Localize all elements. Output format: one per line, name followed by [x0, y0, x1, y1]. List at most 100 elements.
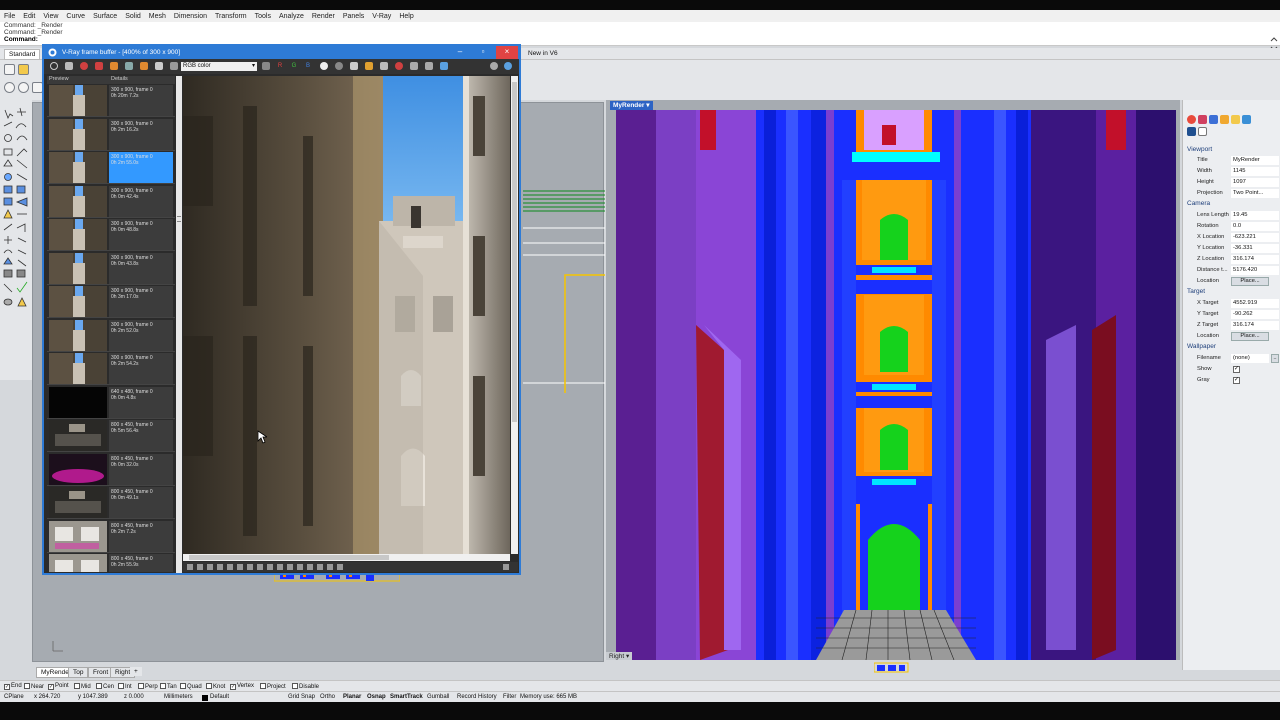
open-folder-icon[interactable] — [18, 64, 29, 75]
prop-value[interactable]: MyRender — [1231, 156, 1279, 165]
history-item[interactable]: 800 x 450, frame 0 0h 0m 49.1s — [47, 486, 175, 519]
history-item[interactable]: 300 x 900, frame 0 0h 2m 52.0s — [47, 319, 175, 352]
gumball-toggle[interactable]: Gumball — [427, 694, 449, 700]
menu-item[interactable]: Edit — [23, 13, 35, 20]
osnap-checkbox[interactable] — [138, 683, 144, 689]
prop-camera-location[interactable]: Location Place... — [1197, 277, 1279, 287]
pencil-icon[interactable] — [1220, 115, 1229, 124]
light-icon[interactable] — [1209, 115, 1218, 124]
red-channel-icon[interactable]: R — [276, 62, 284, 70]
lock-icon[interactable] — [410, 62, 418, 70]
menu-item[interactable]: Tools — [255, 13, 271, 20]
osnap-mid[interactable]: Mid — [74, 683, 91, 690]
show-checkbox[interactable]: ✓ — [1233, 366, 1240, 373]
track-mouse-icon[interactable] — [170, 62, 178, 70]
prop-x-location[interactable]: X Location -623.221 — [1197, 233, 1279, 243]
tab-new-in-v6[interactable]: New in V6 — [524, 49, 562, 58]
stop-icon[interactable] — [95, 62, 103, 70]
viewport-tab[interactable]: Top — [68, 667, 89, 678]
prop-value[interactable]: 1097 — [1231, 178, 1279, 187]
prop-z-target[interactable]: Z Target 316.174 — [1197, 321, 1279, 331]
prop-value[interactable]: -90.262 — [1231, 310, 1279, 319]
osnap-checkbox[interactable]: ✓ — [4, 684, 10, 690]
menu-item[interactable]: Panels — [343, 13, 364, 20]
minimize-button[interactable]: – — [449, 46, 471, 59]
compare-icon[interactable] — [125, 62, 133, 70]
prop-y-location[interactable]: Y Location -36.331 — [1197, 244, 1279, 254]
osnap-checkbox[interactable] — [96, 683, 102, 689]
camera-tab-icon[interactable] — [1187, 127, 1196, 136]
cplane-label[interactable]: CPlane — [4, 694, 24, 700]
menu-item[interactable]: Analyze — [279, 13, 304, 20]
prop-distance[interactable]: Distance t... 5176.420 — [1197, 266, 1279, 276]
record-icon[interactable] — [395, 62, 403, 70]
osnap-checkbox[interactable]: ✓ — [230, 684, 236, 690]
history-item[interactable]: 800 x 450, frame 0 0h 2m 7.2s — [47, 520, 175, 553]
region-icon[interactable] — [140, 62, 148, 70]
smarttrack-toggle[interactable]: SmartTrack — [390, 694, 423, 700]
prop-width[interactable]: Width 1145 — [1197, 167, 1279, 177]
place-target-button[interactable]: Place... — [1231, 332, 1269, 341]
new-file-icon[interactable] — [4, 64, 15, 75]
render-horizontal-scrollbar[interactable] — [183, 554, 510, 561]
history-item[interactable]: 300 x 900, frame 0 0h 20m 7.2s — [47, 84, 175, 117]
menu-item[interactable]: Curve — [66, 13, 85, 20]
viewport-label-right[interactable]: Right ▾ — [606, 652, 633, 660]
add-viewport-tab-button[interactable]: + — [130, 667, 142, 676]
osnap-int[interactable]: Int — [118, 683, 132, 690]
history-item[interactable]: 300 x 900, frame 0 0h 0m 43.8s — [47, 252, 175, 285]
menu-item[interactable]: Render — [312, 13, 335, 20]
vertical-scroll-thumb[interactable] — [512, 82, 517, 422]
prop-title[interactable]: Title MyRender — [1197, 156, 1279, 166]
history-item[interactable]: 300 x 900, frame 0 0h 0m 48.8s — [47, 218, 175, 251]
viewport-myrender[interactable]: MyRender ▾ Right ▾ — [606, 100, 1180, 673]
layer[interactable]: Default — [210, 694, 229, 700]
vray-frame-buffer-window[interactable]: V-Ray frame buffer - [400% of 300 x 900]… — [42, 44, 521, 575]
place-camera-button[interactable]: Place... — [1231, 277, 1269, 286]
osnap-project[interactable]: Project — [260, 683, 286, 690]
osnap-checkbox[interactable] — [74, 683, 80, 689]
osnap-checkbox[interactable] — [260, 683, 266, 689]
prop-lens-length[interactable]: Lens Length 19.45 — [1197, 211, 1279, 221]
render-icon[interactable] — [80, 62, 88, 70]
horizontal-scroll-thumb[interactable] — [189, 555, 389, 560]
gray-dot-icon[interactable] — [335, 62, 343, 70]
viewport-tab-icon[interactable] — [1198, 127, 1207, 136]
cancel-icon[interactable] — [4, 82, 15, 93]
prop-z-location[interactable]: Z Location 316.174 — [1197, 255, 1279, 265]
history-item[interactable]: 800 x 450, frame 0 0h 5m 56.4s — [47, 419, 175, 452]
scrollbar-grip[interactable] — [177, 216, 181, 222]
close-button[interactable]: × — [496, 46, 518, 59]
menu-item[interactable]: Solid — [125, 13, 141, 20]
history-item[interactable]: 300 x 900, frame 0 0h 2m 16.2s — [47, 118, 175, 151]
green-channel-icon[interactable]: G — [290, 62, 298, 70]
render-vertical-scrollbar[interactable] — [511, 76, 518, 554]
menu-item[interactable]: Mesh — [149, 13, 166, 20]
prop-height[interactable]: Height 1097 — [1197, 178, 1279, 188]
browse-button[interactable]: .. — [1271, 354, 1279, 363]
units[interactable]: Millimeters — [164, 694, 193, 700]
filter-toggle[interactable]: Filter — [503, 694, 516, 700]
history-item[interactable]: 800 x 450, frame 0 0h 2m 55.9s — [47, 553, 175, 572]
prop-filename[interactable]: Filename (none).. — [1197, 354, 1279, 364]
osnap-perp[interactable]: Perp — [138, 683, 158, 690]
record-history-toggle[interactable]: Record History — [457, 694, 497, 700]
history-item[interactable]: 300 x 900, frame 0 0h 0m 42.4s — [47, 185, 175, 218]
prop-value[interactable]: 19.45 — [1231, 211, 1279, 220]
grid-snap-toggle[interactable]: Grid Snap — [288, 694, 315, 700]
print-icon[interactable] — [380, 62, 388, 70]
prop-gray[interactable]: Gray ✓ — [1197, 376, 1279, 386]
prop-y-target[interactable]: Y Target -90.262 — [1197, 310, 1279, 320]
prop-value[interactable]: 316.174 — [1231, 255, 1279, 264]
prop-show[interactable]: Show ✓ — [1197, 365, 1279, 375]
osnap-point[interactable]: ✓ Point — [48, 683, 69, 690]
lens-effects-icon[interactable] — [110, 62, 118, 70]
maximize-button[interactable]: ▫ — [472, 46, 494, 59]
osnap-checkbox[interactable] — [118, 683, 124, 689]
history-item[interactable]: 300 x 900, frame 0 0h 2m 55.0s — [47, 151, 175, 184]
white-dot-icon[interactable] — [320, 62, 328, 70]
menu-item[interactable]: Transform — [215, 13, 247, 20]
prop-value[interactable]: (none) — [1231, 354, 1269, 363]
folder-icon[interactable] — [365, 62, 373, 70]
history-item[interactable]: 300 x 900, frame 0 0h 3m 17.0s — [47, 285, 175, 318]
